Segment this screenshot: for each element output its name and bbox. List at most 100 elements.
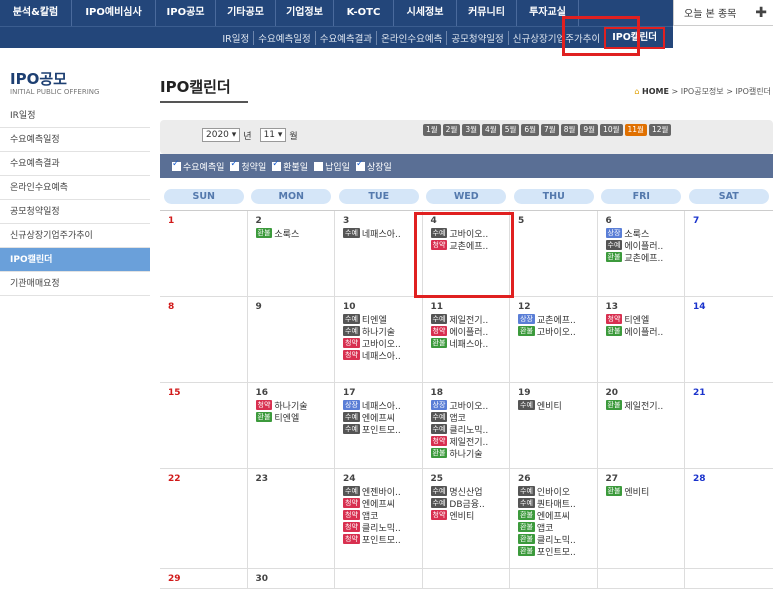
calendar-event[interactable]: 수예 명신산업: [430, 485, 510, 498]
topnav-item[interactable]: 기업정보: [276, 0, 334, 26]
event-company[interactable]: 하나기술: [449, 447, 482, 460]
event-company[interactable]: 제일전기..: [624, 399, 663, 412]
calendar-event[interactable]: 수예 티엔엘: [343, 313, 422, 326]
event-company[interactable]: 포인트모..: [362, 533, 401, 546]
calendar-day[interactable]: 9: [248, 297, 335, 382]
calendar-event[interactable]: 수예 엔젠바이..: [343, 485, 422, 498]
calendar-event[interactable]: 환불 네패스아..: [430, 337, 510, 350]
calendar-event[interactable]: 수예 엔에프씨: [343, 411, 422, 424]
checkbox[interactable]: [355, 159, 365, 171]
calendar-day[interactable]: [598, 569, 685, 588]
month-button[interactable]: 7월: [541, 124, 559, 136]
calendar-day[interactable]: [685, 569, 773, 588]
month-button[interactable]: 3월: [462, 124, 481, 136]
month-button[interactable]: 8월: [560, 124, 579, 136]
calendar-event[interactable]: 청약 고바이오..: [343, 337, 422, 350]
calendar-event[interactable]: 환불 엔에프씨: [518, 509, 597, 522]
calendar-event[interactable]: 환불 소룩스: [255, 227, 335, 240]
calendar-event[interactable]: 환불 고바이오..: [518, 325, 597, 338]
sidebar-item[interactable]: 수요예측일정: [0, 128, 150, 152]
calendar-event[interactable]: 청약 엔에프씨: [343, 497, 422, 510]
calendar-event[interactable]: 환불 앱코: [518, 521, 597, 534]
calendar-day[interactable]: 8: [160, 297, 248, 382]
calendar-event[interactable]: 수예 퀀타매트..: [518, 497, 597, 510]
calendar-event[interactable]: 청약 네패스아..: [343, 349, 422, 362]
event-company[interactable]: 엔비티: [449, 509, 474, 522]
topnav-item[interactable]: IPO공모: [156, 0, 216, 26]
calendar-day[interactable]: 25 수예 명신산업 수예 DB금융.. 청약 엔비티: [423, 469, 510, 568]
recent-stocks-label[interactable]: 오늘 본 종목: [684, 5, 736, 20]
subnav-item[interactable]: 공모청약일정: [446, 31, 507, 45]
calendar-day[interactable]: 20 환불 제일전기..: [598, 383, 685, 468]
calendar-day[interactable]: 5: [510, 211, 598, 296]
calendar-event[interactable]: 수예 인바이오: [518, 485, 597, 498]
legend-item[interactable]: 환불일: [272, 159, 308, 173]
calendar-day[interactable]: 28: [685, 469, 773, 568]
calendar-day[interactable]: [510, 569, 598, 588]
calendar-event[interactable]: 청약 티엔엘: [605, 313, 685, 326]
checkbox[interactable]: [272, 159, 282, 171]
calendar-day[interactable]: 18 상장 고바이오.. 수예 앱코 수예 클리노믹.. 청약 제일전기.. 환불 하나기술: [423, 383, 510, 468]
calendar-day[interactable]: [423, 569, 510, 588]
calendar-event[interactable]: 수예 앱코: [430, 411, 510, 424]
calendar-day[interactable]: 7: [685, 211, 773, 296]
calendar-event[interactable]: 환불 티엔엘: [255, 411, 335, 424]
calendar-day[interactable]: 15: [160, 383, 248, 468]
topnav-item[interactable]: K-OTC: [334, 0, 394, 26]
calendar-day[interactable]: 17 상장 네패스아.. 수예 엔에프씨 수예 포인트모..: [335, 383, 423, 468]
calendar-day[interactable]: 22: [160, 469, 248, 568]
calendar-day[interactable]: 19 수예 엔비티: [510, 383, 598, 468]
calendar-event[interactable]: 환불 포인트모..: [518, 545, 597, 558]
plus-icon[interactable]: ✚: [755, 5, 767, 21]
subnav-item[interactable]: IR일정: [218, 31, 253, 45]
calendar-day[interactable]: 23: [248, 469, 335, 568]
month-button[interactable]: 5월: [501, 124, 520, 136]
calendar-event[interactable]: 환불 에이플러..: [605, 325, 685, 338]
checkbox[interactable]: [172, 159, 181, 171]
calendar-day[interactable]: 21: [685, 383, 773, 468]
calendar-day[interactable]: 27 환불 엔비티: [598, 469, 685, 568]
month-button[interactable]: 4월: [482, 124, 500, 136]
topnav-item[interactable]: 시세정보: [394, 0, 457, 26]
calendar-event[interactable]: 수예 네패스아..: [343, 227, 422, 240]
event-company[interactable]: 티엔엘: [274, 411, 299, 424]
calendar-day[interactable]: 13 청약 티엔엘 환불 에이플러..: [598, 297, 685, 382]
calendar-event[interactable]: 청약 포인트모..: [343, 533, 422, 546]
topnav-item[interactable]: 커뮤니티: [457, 0, 517, 26]
month-button[interactable]: 2월: [442, 124, 461, 136]
calendar-event[interactable]: 청약 엔비티: [430, 509, 510, 522]
calendar-day[interactable]: 29: [160, 569, 248, 588]
month-button[interactable]: 11월: [624, 124, 647, 136]
subnav-item[interactable]: 수요예측결과: [314, 31, 376, 45]
sidebar-item[interactable]: IR일정: [0, 104, 150, 128]
calendar-event[interactable]: 상장 소룩스: [605, 227, 685, 240]
year-select[interactable]: 2020 ▾: [202, 128, 241, 142]
event-company[interactable]: 네패스아..: [362, 227, 401, 240]
calendar-day[interactable]: 30: [248, 569, 335, 588]
calendar-day[interactable]: 12 상장 교촌에프.. 환불 고바이오..: [510, 297, 598, 382]
calendar-day[interactable]: 10 수예 티엔엘 수예 하나기술 청약 고바이오.. 청약 네패스아..: [335, 297, 423, 382]
legend-item[interactable]: 납입일: [314, 160, 350, 173]
month-button[interactable]: 6월: [521, 124, 540, 136]
calendar-day[interactable]: 24 수예 엔젠바이.. 청약 엔에프씨 청약 앱코 청약 클리노믹.. 청약 포인트모..: [335, 469, 423, 568]
sidebar-item[interactable]: 온라인수요예측: [0, 176, 150, 200]
calendar-event[interactable]: 수예 에이플러..: [605, 239, 685, 252]
sidebar-item[interactable]: 기관매매요정: [0, 272, 150, 296]
event-company[interactable]: 네패스아..: [362, 349, 401, 362]
calendar-event[interactable]: 수예 엔비티: [518, 399, 597, 412]
calendar-day[interactable]: [335, 569, 423, 588]
breadcrumb-home[interactable]: HOME: [642, 87, 669, 96]
event-company[interactable]: 소룩스: [274, 227, 299, 240]
calendar-event[interactable]: 수예 포인트모..: [343, 423, 422, 436]
month-select[interactable]: 11 ▾: [259, 128, 287, 142]
calendar-event[interactable]: 청약 하나기술: [255, 399, 335, 412]
calendar-event[interactable]: 수예 제일전기..: [430, 313, 510, 326]
calendar-event[interactable]: 청약 클리노믹..: [343, 521, 422, 534]
calendar-event[interactable]: 상장 네패스아..: [343, 399, 422, 412]
checkbox[interactable]: [314, 161, 324, 171]
calendar-day[interactable]: 14: [685, 297, 773, 382]
calendar-event[interactable]: 상장 교촌에프..: [518, 313, 597, 326]
calendar-event[interactable]: 청약 제일전기..: [430, 435, 510, 448]
legend-item[interactable]: 수요예측일: [172, 159, 224, 173]
topnav-item[interactable]: 기타공모: [216, 0, 276, 26]
